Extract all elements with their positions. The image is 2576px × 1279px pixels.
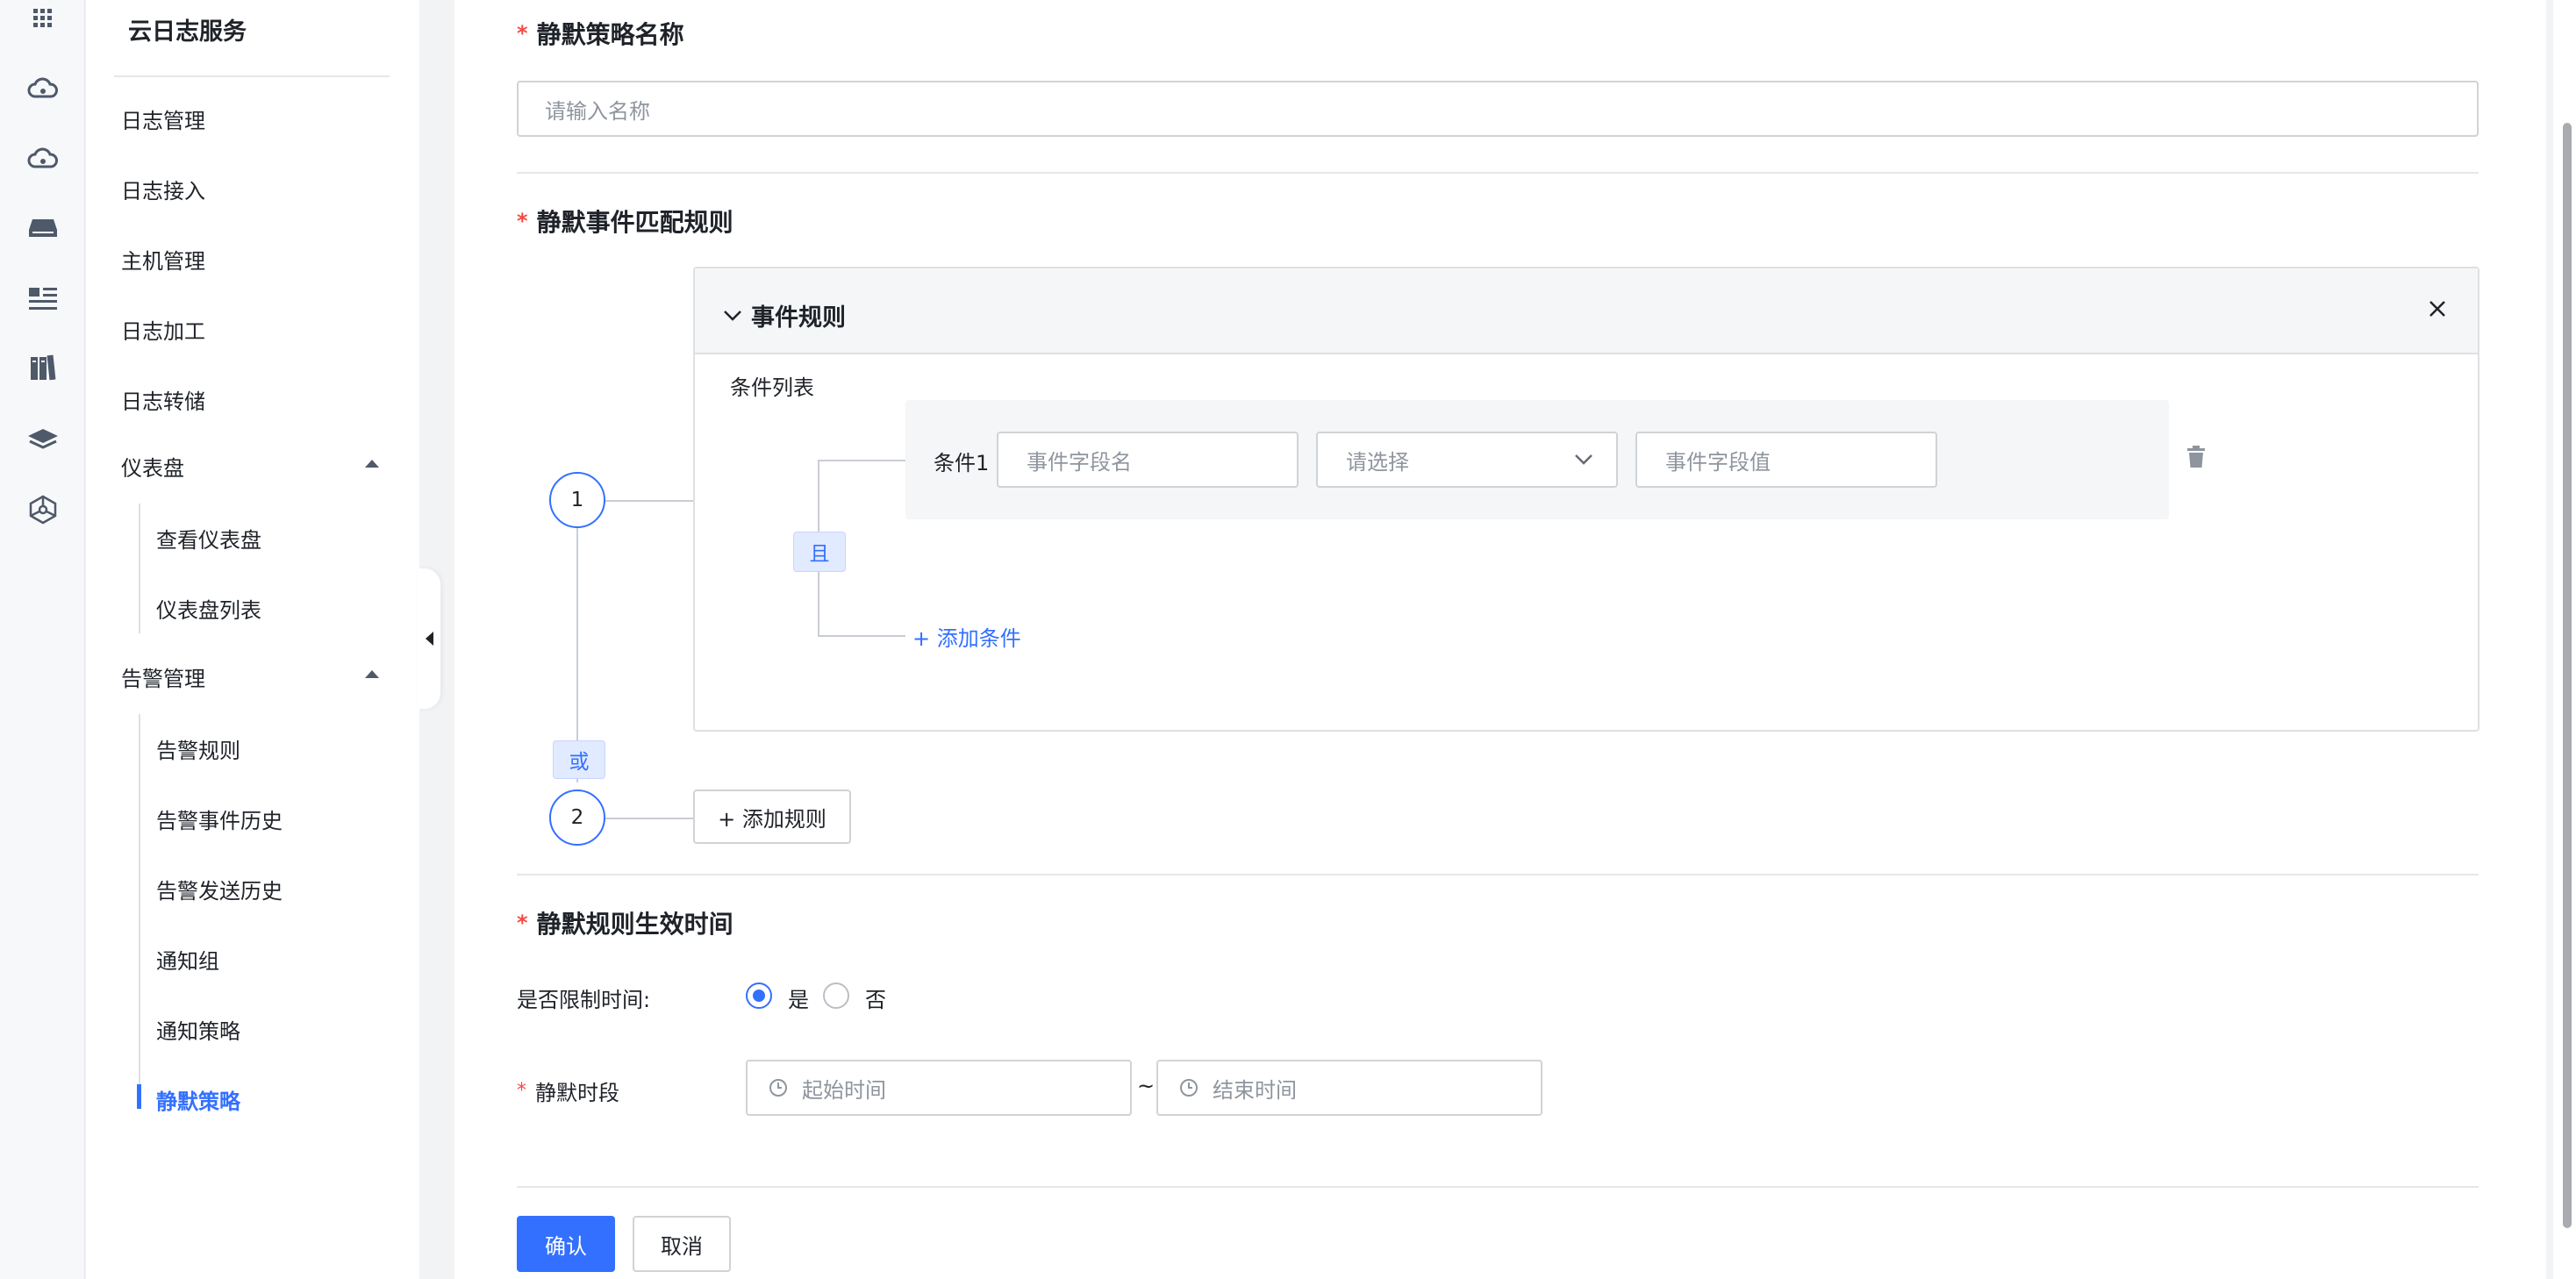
chevron-down-icon: [724, 310, 741, 321]
clock-icon: [1180, 1079, 1198, 1097]
limit-no-label[interactable]: 否: [865, 982, 886, 1013]
sidebar-item-host-management[interactable]: 主机管理: [121, 244, 205, 275]
cancel-button[interactable]: 取消: [633, 1216, 731, 1272]
range-separator: ~: [1137, 1074, 1156, 1098]
scrollbar-thumb[interactable]: [2563, 123, 2572, 1228]
sidebar-sub-alert-event-history[interactable]: 告警事件历史: [156, 804, 283, 834]
start-time-placeholder: 起始时间: [802, 1077, 886, 1103]
sidebar-sub-view-dashboard[interactable]: 查看仪表盘: [156, 523, 261, 554]
required-mark: *: [517, 1080, 526, 1102]
cloud-icon[interactable]: [26, 72, 60, 105]
tree-line: [818, 635, 905, 637]
sidebar-item-log-processing[interactable]: 日志加工: [121, 314, 205, 345]
sidebar-sub-silence-policy[interactable]: 静默策略: [156, 1084, 240, 1115]
caret-left-icon: [425, 632, 433, 646]
sidebar-collapse-toggle[interactable]: [418, 568, 440, 709]
submenu-line: [139, 714, 140, 1109]
end-time-placeholder: 结束时间: [1213, 1077, 1297, 1103]
match-section-title: * 静默事件匹配规则: [517, 208, 733, 237]
chevron-down-icon: [1575, 454, 1592, 465]
connector-line: [605, 500, 693, 502]
sidebar-title: 云日志服务: [128, 18, 247, 46]
submenu-line: [139, 504, 140, 633]
condition-list-label: 条件列表: [730, 375, 814, 400]
divider: [517, 172, 2479, 174]
server-icon[interactable]: [26, 211, 60, 244]
name-section-title: * 静默策略名称: [517, 20, 684, 49]
sidebar-sub-notify-policy[interactable]: 通知策略: [156, 1014, 240, 1045]
event-field-name-input[interactable]: 事件字段名: [997, 432, 1299, 488]
event-rule-title: 事件规则: [751, 304, 846, 332]
tree-line: [818, 460, 905, 461]
apps-grid-icon[interactable]: [26, 2, 60, 35]
sidebar-item-alert-management[interactable]: 告警管理: [121, 661, 205, 692]
limit-yes-label[interactable]: 是: [788, 982, 809, 1013]
sidebar-sub-alert-send-history[interactable]: 告警发送历史: [156, 874, 283, 904]
delete-icon[interactable]: [2186, 446, 2206, 468]
rule-step-2: 2: [549, 790, 605, 846]
sidebar-divider: [114, 75, 390, 77]
event-field-value-input[interactable]: 事件字段值: [1635, 432, 1937, 488]
sidebar-sub-dashboard-list[interactable]: 仪表盘列表: [156, 593, 261, 624]
condition-label: 条件1: [934, 451, 990, 475]
operator-select-value: 请选择: [1346, 449, 1409, 475]
add-condition-link[interactable]: + 添加条件: [912, 621, 1021, 652]
rule-collapse-toggle[interactable]: 事件规则: [723, 298, 846, 332]
collapse-up-icon[interactable]: [365, 460, 379, 468]
cloud-sync-icon[interactable]: [26, 142, 60, 175]
rule-step-1: 1: [549, 472, 605, 528]
silence-period-label: * 静默时段: [517, 1080, 619, 1105]
time-section-title: * 静默规则生效时间: [517, 910, 733, 939]
operator-select[interactable]: 请选择: [1316, 432, 1618, 488]
limit-yes-radio[interactable]: [746, 982, 772, 1009]
network-cube-icon[interactable]: [26, 493, 60, 526]
and-tag: 且: [793, 532, 846, 572]
sidebar-sub-notify-group[interactable]: 通知组: [156, 944, 219, 975]
connector-line: [605, 818, 693, 819]
sidebar: 云日志服务 日志管理 日志接入 主机管理 日志加工 日志转储 仪表盘 查看仪表盘…: [86, 0, 419, 1279]
app-rail: [0, 0, 85, 1279]
books-icon[interactable]: [26, 351, 60, 384]
sidebar-item-log-ingestion[interactable]: 日志接入: [121, 174, 205, 204]
layers-icon[interactable]: [26, 423, 60, 456]
required-mark: *: [517, 209, 528, 233]
confirm-button[interactable]: 确认: [517, 1216, 615, 1272]
sidebar-sub-alert-rules[interactable]: 告警规则: [156, 733, 240, 764]
divider: [517, 874, 2479, 875]
limit-time-label: 是否限制时间:: [517, 988, 651, 1012]
end-time-picker[interactable]: 结束时间: [1156, 1060, 1542, 1116]
active-indicator: [137, 1084, 141, 1109]
event-rule-header: [695, 268, 2478, 354]
list-layout-icon[interactable]: [26, 282, 60, 316]
sidebar-item-log-management[interactable]: 日志管理: [121, 104, 205, 134]
close-icon[interactable]: [2429, 300, 2446, 318]
add-rule-button[interactable]: + 添加规则: [693, 790, 851, 844]
policy-name-input[interactable]: 请输入名称: [517, 81, 2479, 137]
divider: [517, 1186, 2479, 1188]
collapse-up-icon[interactable]: [365, 670, 379, 678]
limit-no-radio[interactable]: [823, 982, 849, 1009]
required-mark: *: [517, 911, 528, 935]
sidebar-item-log-dump[interactable]: 日志转储: [121, 384, 205, 415]
required-mark: *: [517, 21, 528, 46]
start-time-picker[interactable]: 起始时间: [746, 1060, 1132, 1116]
clock-icon: [769, 1079, 787, 1097]
or-tag: 或: [553, 740, 605, 779]
sidebar-item-dashboard[interactable]: 仪表盘: [121, 451, 184, 482]
